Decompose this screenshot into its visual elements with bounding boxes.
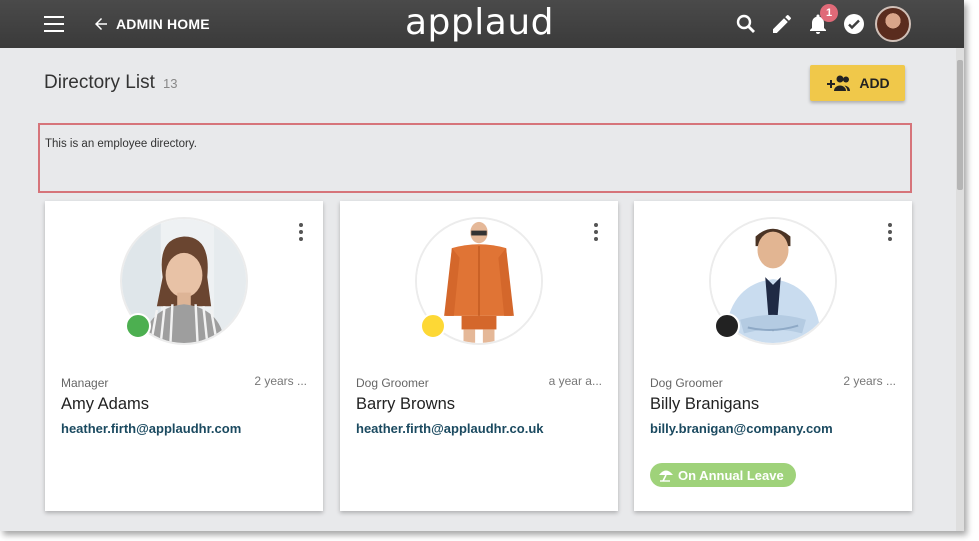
add-user-icon xyxy=(827,75,851,91)
page-title: Directory List xyxy=(44,72,155,93)
employee-name: Amy Adams xyxy=(61,395,150,413)
employee-card[interactable]: Dog Groomer a year a... Barry Browns hea… xyxy=(340,201,618,511)
notification-badge: 1 xyxy=(820,4,838,22)
presence-status-dot xyxy=(420,313,446,339)
employee-role: Manager xyxy=(61,376,109,390)
employee-tenure: a year a... xyxy=(548,374,602,388)
employee-role: Dog Groomer xyxy=(356,376,429,390)
top-bar: ADMIN HOME applaud 1 xyxy=(0,0,964,48)
back-to-admin-home-link[interactable]: ADMIN HOME xyxy=(92,14,210,34)
leave-label: On Annual Leave xyxy=(678,467,784,483)
add-button[interactable]: ADD xyxy=(810,65,905,101)
scrollbar-thumb[interactable] xyxy=(957,60,963,190)
pencil-icon[interactable] xyxy=(770,12,794,36)
check-circle-icon[interactable] xyxy=(842,12,866,36)
employee-tenure: 2 years ... xyxy=(843,374,896,388)
employee-card[interactable]: Dog Groomer 2 years ... Billy Branigans … xyxy=(634,201,912,511)
record-count: 13 xyxy=(163,76,178,91)
add-button-label: ADD xyxy=(859,75,890,91)
back-label: ADMIN HOME xyxy=(116,16,210,32)
search-icon[interactable] xyxy=(734,12,758,36)
arrow-left-icon xyxy=(95,18,107,30)
menu-icon[interactable] xyxy=(44,16,64,32)
more-options-icon[interactable] xyxy=(886,223,894,243)
more-options-icon[interactable] xyxy=(297,223,305,243)
annual-leave-badge: On Annual Leave xyxy=(650,463,796,487)
more-options-icon[interactable] xyxy=(592,223,600,243)
employee-email[interactable]: heather.firth@applaudhr.com xyxy=(61,419,251,439)
app-window: ADMIN HOME applaud 1 Directory List 13 A… xyxy=(0,0,964,531)
app-logo: applaud xyxy=(405,2,554,43)
beach-umbrella-icon xyxy=(659,470,673,482)
employee-email[interactable]: billy.branigan@company.com xyxy=(650,419,840,439)
directory-description: This is an employee directory. xyxy=(38,123,912,193)
description-text: This is an employee directory. xyxy=(45,138,197,150)
employee-tenure: 2 years ... xyxy=(254,374,307,388)
employee-name: Billy Branigans xyxy=(650,395,760,413)
presence-status-dot xyxy=(714,313,740,339)
user-avatar[interactable] xyxy=(875,6,911,42)
employee-name: Barry Browns xyxy=(356,395,456,413)
employee-role: Dog Groomer xyxy=(650,376,723,390)
presence-status-dot xyxy=(125,313,151,339)
employee-email[interactable]: heather.firth@applaudhr.co.uk xyxy=(356,419,546,439)
employee-card[interactable]: Manager 2 years ... Amy Adams heather.fi… xyxy=(45,201,323,511)
